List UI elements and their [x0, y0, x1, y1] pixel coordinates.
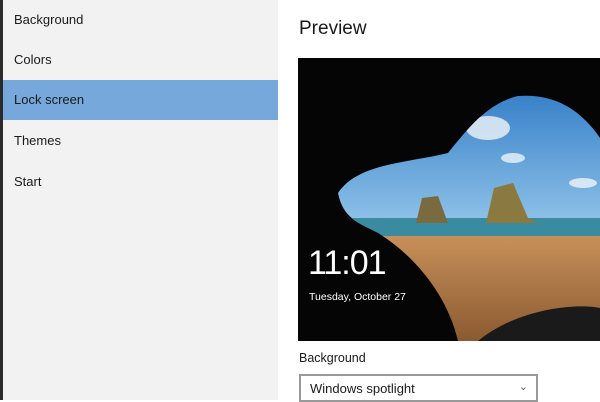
background-dropdown-value: Windows spotlight [310, 381, 415, 396]
sidebar-item-themes[interactable]: Themes [3, 121, 278, 161]
sidebar-item-background[interactable]: Background [3, 0, 278, 40]
sidebar: Background Colors Lock screen Themes Sta… [3, 0, 278, 400]
sidebar-item-lock-screen[interactable]: Lock screen [3, 80, 278, 120]
chevron-down-icon: ⌄ [518, 381, 528, 393]
main-content: Preview 11:01 Tuesday, October 27 Backgr… [278, 0, 600, 402]
lock-screen-time: 11:01 [308, 244, 387, 282]
background-label: Background [299, 351, 366, 365]
lock-screen-preview: 11:01 Tuesday, October 27 [298, 58, 600, 341]
page-title: Preview [299, 18, 367, 39]
lock-screen-date: Tuesday, October 27 [309, 291, 406, 303]
sidebar-item-start[interactable]: Start [3, 162, 278, 202]
background-dropdown[interactable]: Windows spotlight ⌄ [299, 374, 538, 402]
sidebar-item-colors[interactable]: Colors [3, 40, 278, 80]
